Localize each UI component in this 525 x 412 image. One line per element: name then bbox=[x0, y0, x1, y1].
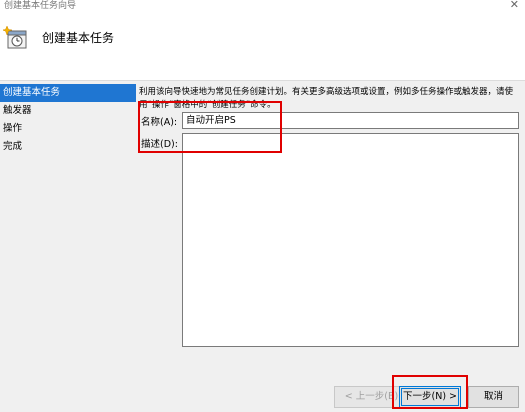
next-button-label: 下一步(N) > bbox=[401, 388, 459, 406]
title-bar: 创建基本任务向导 ✕ bbox=[0, 0, 525, 14]
next-button[interactable]: 下一步(N) > bbox=[399, 386, 461, 408]
name-label: 名称(A): bbox=[141, 117, 178, 128]
sidebar-item-action[interactable]: 操作 bbox=[0, 120, 136, 138]
sidebar-item-create-basic-task[interactable]: 创建基本任务 bbox=[0, 84, 136, 102]
sidebar-item-trigger[interactable]: 触发器 bbox=[0, 102, 136, 120]
cancel-button[interactable]: 取消 bbox=[468, 386, 519, 408]
page-title: 创建基本任务 bbox=[42, 31, 115, 45]
back-button[interactable]: < 上一步(B) bbox=[334, 386, 409, 408]
close-icon[interactable]: ✕ bbox=[510, 0, 519, 11]
sidebar-item-finish[interactable]: 完成 bbox=[0, 138, 136, 156]
window-title: 创建基本任务向导 bbox=[4, 1, 77, 11]
task-scheduler-icon bbox=[1, 25, 29, 51]
wizard-steps-sidebar: 创建基本任务 触发器 操作 完成 bbox=[0, 84, 136, 156]
wizard-header: 创建基本任务 bbox=[0, 14, 525, 81]
description-label: 描述(D): bbox=[141, 139, 178, 150]
wizard-description: 利用该向导快速地为常见任务创建计划。有关更多高级选项或设置，例如多任务操作或触发… bbox=[139, 87, 514, 110]
name-input[interactable]: 自动开启PS bbox=[182, 112, 519, 129]
description-textarea[interactable] bbox=[182, 133, 519, 347]
